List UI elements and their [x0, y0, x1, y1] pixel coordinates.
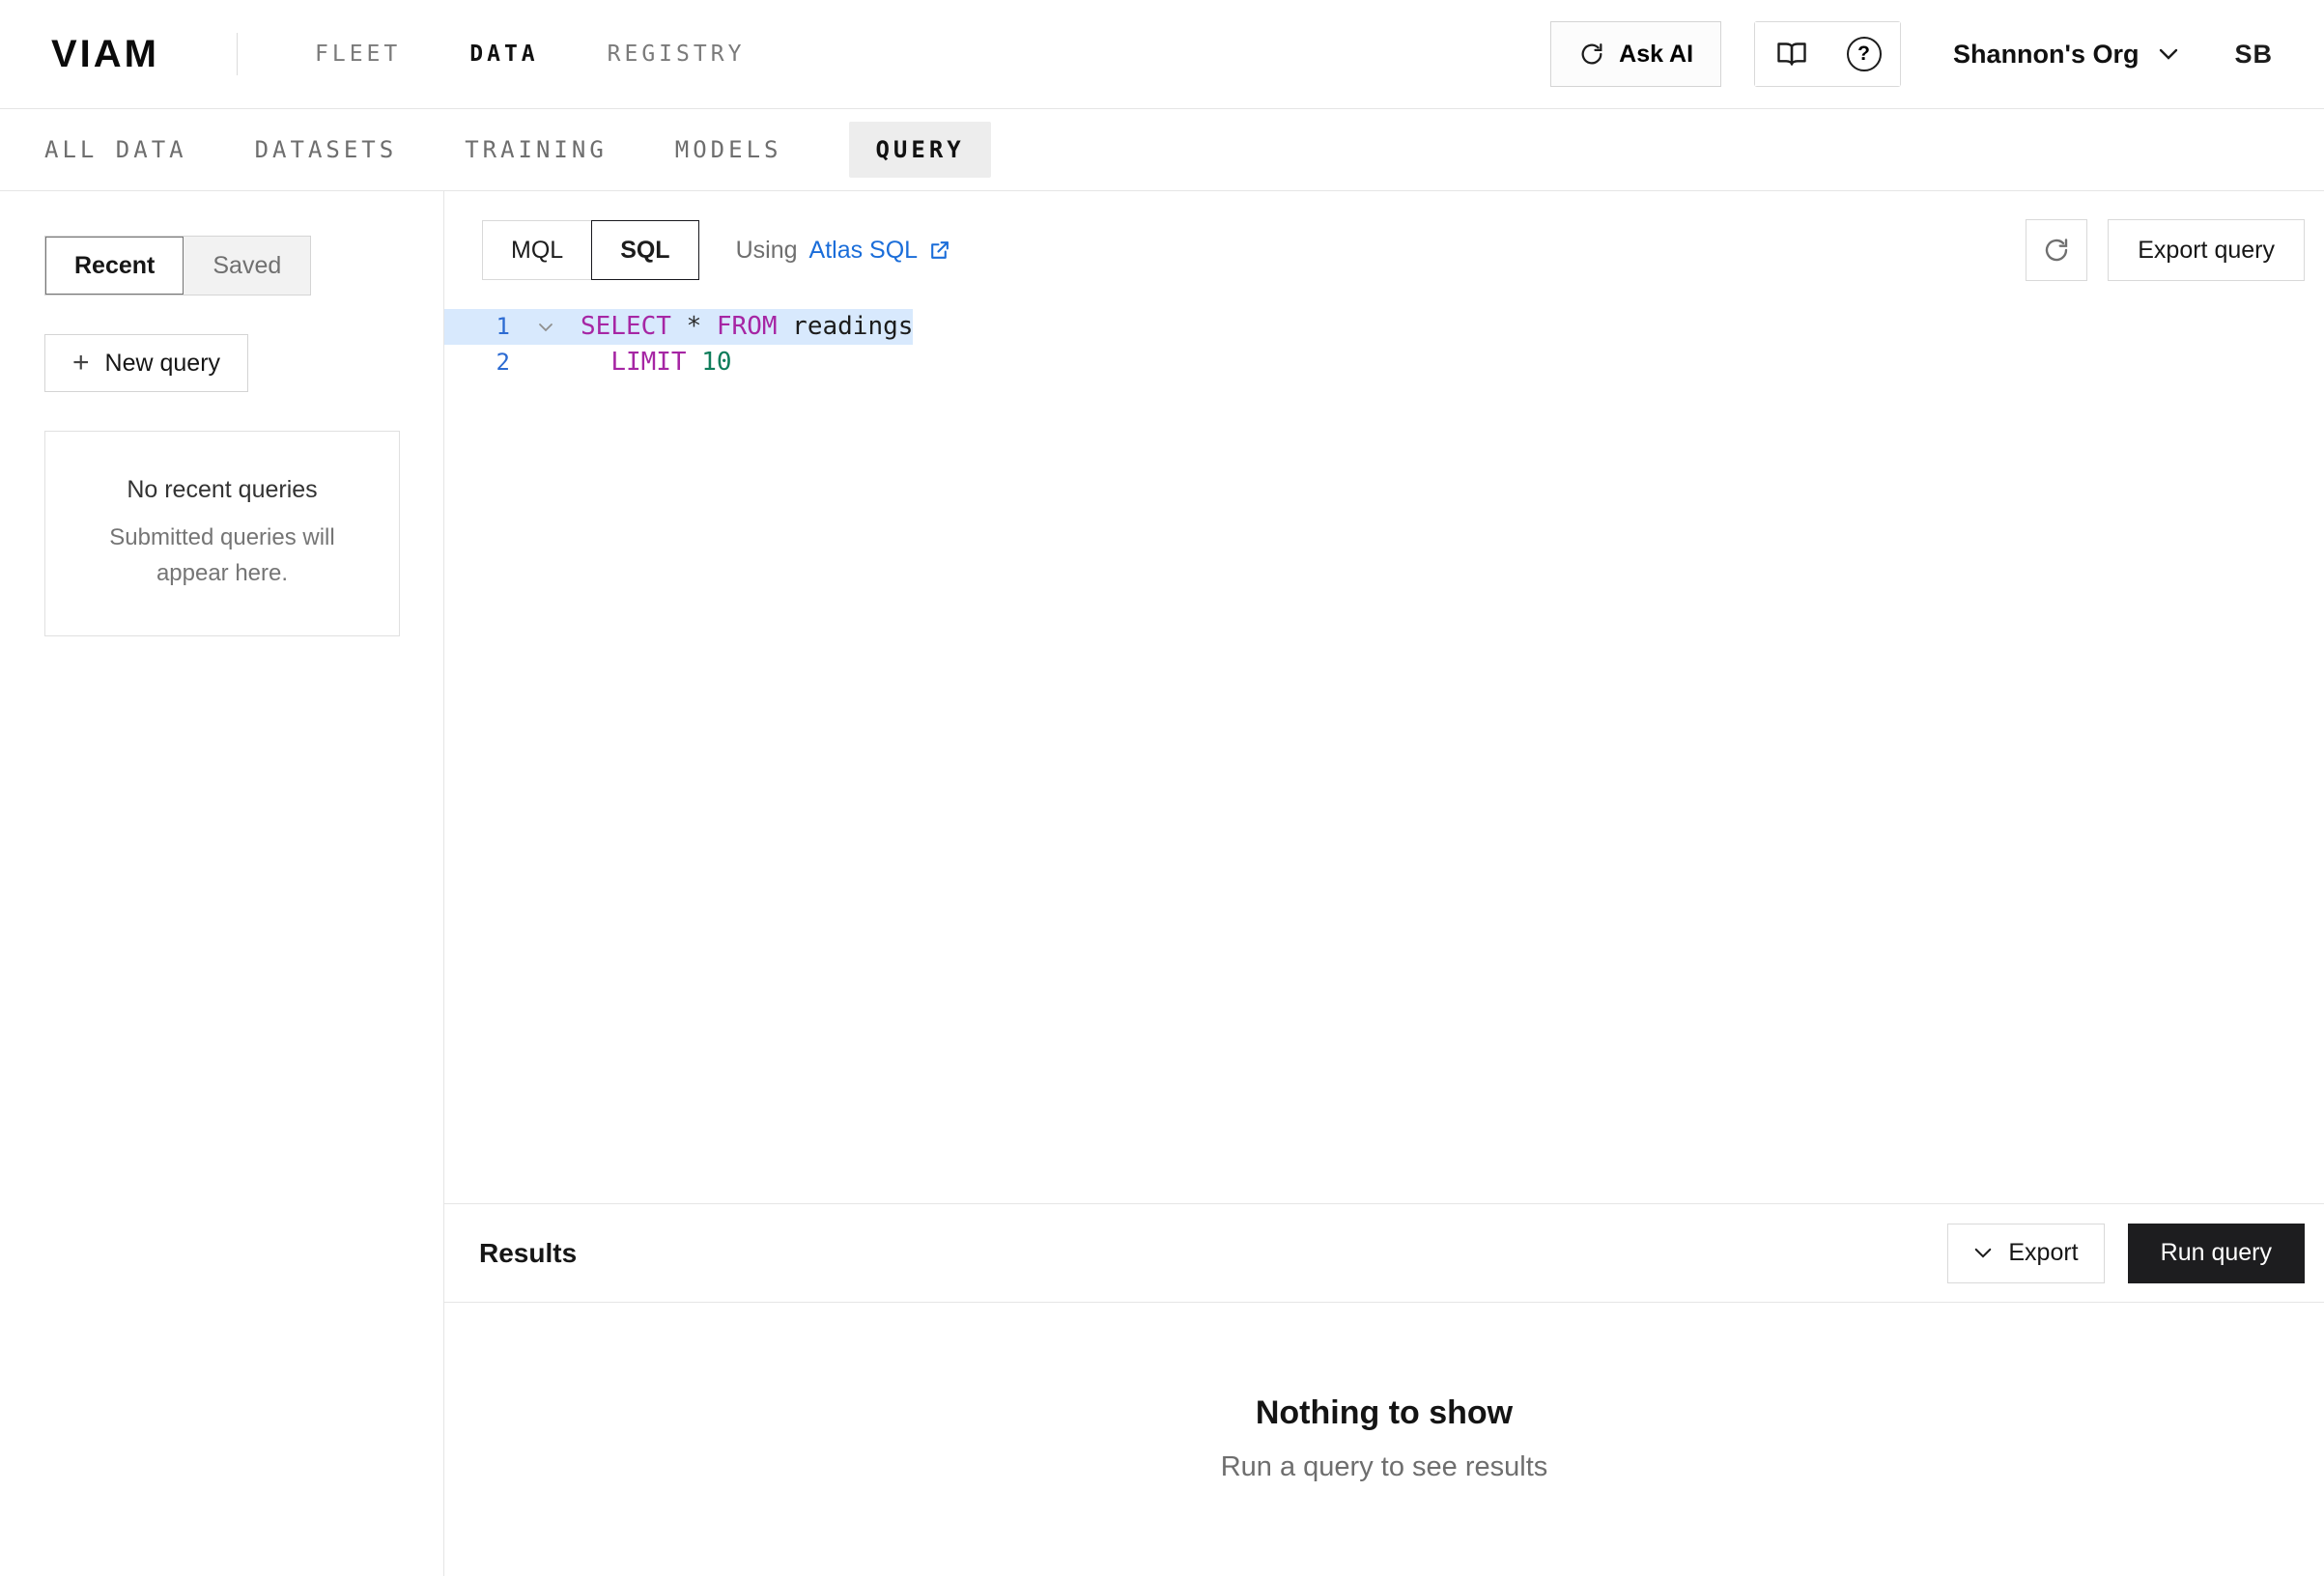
app-header: VIAM FLEET DATA REGISTRY Ask AI	[0, 0, 2324, 109]
org-name: Shannon's Org	[1953, 40, 2139, 70]
tab-training[interactable]: TRAINING	[465, 122, 608, 178]
empty-state-subtitle: Submitted queries will appear here.	[74, 520, 370, 591]
book-icon	[1774, 37, 1809, 71]
nav-data[interactable]: DATA	[469, 42, 538, 67]
refresh-icon	[2042, 236, 2071, 265]
editor-gutter: 2	[444, 345, 581, 380]
tab-all-data[interactable]: ALL DATA	[44, 122, 187, 178]
tab-datasets[interactable]: DATASETS	[255, 122, 398, 178]
results-empty-subtitle: Run a query to see results	[444, 1451, 2324, 1483]
viam-logo[interactable]: VIAM	[51, 33, 159, 76]
results-empty-state: Nothing to show Run a query to see resul…	[444, 1303, 2324, 1576]
tab-query[interactable]: QUERY	[849, 122, 990, 178]
tab-models[interactable]: MODELS	[675, 122, 782, 178]
docs-button[interactable]	[1755, 22, 1828, 86]
atlas-sql-link[interactable]: Atlas SQL	[809, 237, 952, 265]
code-editor[interactable]: 1 SELECT * FROM readings 2 LI	[444, 280, 2324, 1203]
user-avatar[interactable]: SB	[2234, 40, 2273, 70]
recent-saved-toggle: Recent Saved	[44, 236, 311, 296]
mode-sql[interactable]: SQL	[591, 220, 698, 280]
primary-nav: FLEET DATA REGISTRY	[315, 42, 745, 67]
code-text: LIMIT 10	[581, 345, 732, 380]
code-line: 2 LIMIT 10	[444, 345, 2324, 380]
query-main: MQL SQL Using Atlas SQL	[444, 191, 2324, 1576]
external-link-icon	[927, 239, 951, 263]
query-sidebar: Recent Saved + New query No recent queri…	[0, 191, 444, 1576]
new-query-label: New query	[105, 350, 221, 378]
query-toolbar: MQL SQL Using Atlas SQL	[444, 191, 2324, 280]
empty-state-title: No recent queries	[74, 476, 370, 504]
using-label: Using	[736, 237, 798, 265]
line-number: 2	[444, 345, 510, 380]
org-dropdown[interactable]: Shannon's Org	[1953, 40, 2179, 70]
header-icon-group: ?	[1754, 21, 1901, 87]
query-language-toggle: MQL SQL	[482, 220, 699, 280]
refresh-query-button[interactable]	[2026, 219, 2087, 281]
results-empty-title: Nothing to show	[444, 1394, 2324, 1432]
code-text: SELECT * FROM readings	[581, 309, 913, 345]
chevron-down-icon	[2158, 47, 2179, 61]
ask-ai-label: Ask AI	[1619, 41, 1693, 69]
fold-chevron-icon[interactable]	[510, 323, 581, 332]
editor-gutter: 1	[444, 309, 581, 345]
export-results-label: Export	[2008, 1239, 2078, 1267]
toggle-saved[interactable]: Saved	[184, 237, 310, 295]
header-divider	[237, 33, 238, 75]
mode-mql[interactable]: MQL	[482, 220, 592, 280]
export-results-button[interactable]: Export	[1947, 1224, 2104, 1283]
nav-registry[interactable]: REGISTRY	[608, 42, 746, 67]
viam-data-query-page: VIAM FLEET DATA REGISTRY Ask AI	[0, 0, 2324, 1576]
run-query-button[interactable]: Run query	[2128, 1224, 2305, 1283]
line-number: 1	[444, 309, 510, 345]
data-section-tabs: ALL DATA DATASETS TRAINING MODELS QUERY	[0, 109, 2324, 191]
atlas-sql-link-label: Atlas SQL	[809, 237, 919, 265]
ask-ai-button[interactable]: Ask AI	[1550, 21, 1721, 87]
help-icon: ?	[1847, 37, 1882, 71]
results-title: Results	[479, 1238, 577, 1269]
results-header: Results Export Run query	[444, 1203, 2324, 1303]
chevron-down-icon	[1973, 1247, 1993, 1259]
help-button[interactable]: ?	[1828, 22, 1900, 86]
recent-queries-empty-state: No recent queries Submitted queries will…	[44, 431, 400, 636]
export-query-button[interactable]: Export query	[2108, 219, 2305, 281]
toggle-recent[interactable]: Recent	[45, 237, 184, 295]
code-line: 1 SELECT * FROM readings	[444, 309, 2324, 345]
nav-fleet[interactable]: FLEET	[315, 42, 401, 67]
using-atlas-sql: Using Atlas SQL	[736, 237, 951, 265]
new-query-button[interactable]: + New query	[44, 334, 248, 392]
ask-ai-icon	[1578, 41, 1605, 68]
plus-icon: +	[72, 349, 90, 378]
